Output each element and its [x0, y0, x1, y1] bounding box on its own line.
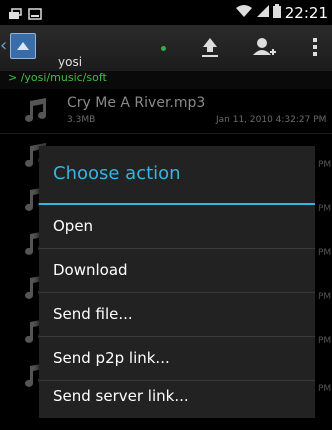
choose-action-dialog: Choose action Open Download Send file...… — [39, 146, 315, 418]
action-bar: ‹ yosi — [0, 25, 332, 71]
menu-divider — [39, 292, 315, 293]
file-size: 3.3MB — [67, 115, 96, 125]
screenshot-icon — [28, 5, 42, 24]
file-date: PM — [318, 336, 332, 346]
app-logo-icon[interactable] — [10, 33, 36, 59]
menu-item-open[interactable]: Open — [39, 208, 315, 244]
status-bar: 22:21 — [0, 0, 332, 25]
file-date: PM — [318, 160, 332, 170]
file-date: PM — [318, 384, 332, 394]
connection-status-dot — [161, 46, 166, 51]
menu-divider — [39, 336, 315, 337]
music-note-icon — [24, 97, 48, 123]
status-clock: 22:21 — [284, 3, 328, 22]
back-chevron-icon[interactable]: ‹ — [0, 35, 7, 56]
signal-icon — [256, 3, 269, 22]
upload-icon[interactable] — [200, 36, 220, 62]
menu-item-send-server-link[interactable]: Send server link... — [39, 378, 315, 414]
add-user-icon[interactable] — [252, 36, 276, 64]
dialog-title-divider — [39, 203, 315, 205]
file-date: PM — [318, 292, 332, 302]
menu-divider — [39, 248, 315, 249]
notification-icon — [8, 5, 22, 24]
menu-item-send-file[interactable]: Send file... — [39, 296, 315, 332]
file-name: Cry Me A River.mp3 — [67, 95, 206, 111]
file-date: PM — [318, 248, 332, 258]
overflow-menu-icon[interactable] — [312, 36, 318, 62]
dialog-title: Choose action — [53, 163, 181, 184]
file-date: Jan 11, 2010 4:32:27 PM — [216, 115, 327, 125]
file-row[interactable]: Cry Me A River.mp3 3.3MB Jan 11, 2010 4:… — [0, 89, 332, 133]
breadcrumb-path[interactable]: > /yosi/music/soft — [0, 71, 332, 89]
menu-item-download[interactable]: Download — [39, 252, 315, 288]
battery-icon — [272, 3, 281, 22]
app-title: yosi — [58, 55, 83, 69]
wifi-icon — [235, 3, 253, 22]
file-date: PM — [318, 204, 332, 214]
menu-item-send-p2p-link[interactable]: Send p2p link... — [39, 340, 315, 376]
